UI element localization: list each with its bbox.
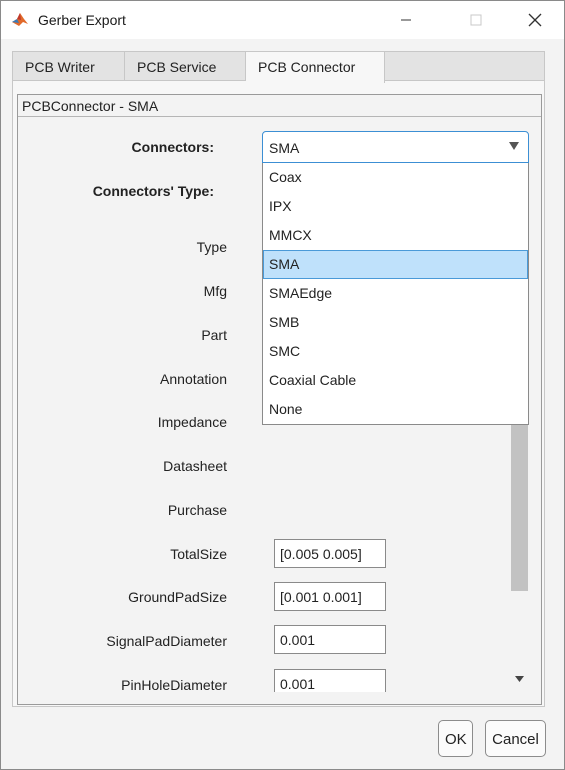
minimize-button[interactable] [383, 1, 429, 39]
vertical-scrollbar[interactable] [511, 421, 528, 691]
window-title: Gerber Export [38, 12, 126, 28]
signalpaddiameter-field[interactable] [274, 625, 386, 654]
annotation-label: Annotation [160, 371, 227, 387]
mfg-label: Mfg [203, 283, 227, 299]
dropdown-option-coax[interactable]: Coax [263, 163, 528, 192]
close-icon [528, 13, 542, 27]
purchase-label: Purchase [167, 502, 227, 518]
tab-label: PCB Connector [258, 59, 356, 75]
dropdown-option-coaxial-cable[interactable]: Coaxial Cable [263, 366, 528, 395]
signalpaddiameter-label: SignalPadDiameter [106, 633, 227, 649]
dropdown-selected-value: SMA [269, 140, 300, 156]
ok-button[interactable]: OK [438, 720, 473, 757]
tab-pcb-writer[interactable]: PCB Writer [13, 52, 125, 81]
tab-label: PCB Service [137, 59, 217, 75]
group-title: PCBConnector - SMA [18, 95, 541, 117]
tab-pcb-service[interactable]: PCB Service [125, 52, 246, 81]
groundpadsize-field[interactable] [274, 582, 386, 611]
dropdown-option-none[interactable]: None [263, 395, 528, 424]
cancel-button[interactable]: Cancel [485, 720, 546, 757]
impedance-label: Impedance [157, 414, 227, 430]
scrollbar-thumb[interactable] [511, 421, 528, 591]
pinhole-field-clip [274, 669, 386, 692]
dropdown-option-smc[interactable]: SMC [263, 337, 528, 366]
pinholediameter-label: PinHoleDiameter [121, 677, 227, 693]
matlab-logo-icon [12, 13, 28, 26]
groundpadsize-label: GroundPadSize [128, 589, 227, 605]
connectors-type-label: Connectors' Type: [92, 183, 214, 199]
dropdown-option-smb[interactable]: SMB [263, 308, 528, 337]
chevron-down-icon [509, 142, 519, 150]
dropdown-option-ipx[interactable]: IPX [263, 192, 528, 221]
dropdown-option-mmcx[interactable]: MMCX [263, 221, 528, 250]
gerber-export-window: Gerber Export PCB Writer PCB Service PCB… [0, 0, 565, 770]
tab-bar: PCB Writer PCB Service PCB Connector [12, 51, 545, 83]
type-label: Type [196, 239, 227, 255]
close-button[interactable] [512, 1, 558, 39]
scroll-down-arrow-icon[interactable] [514, 675, 525, 683]
title-bar: Gerber Export [1, 1, 564, 39]
connectors-label: Connectors: [131, 139, 214, 155]
dropdown-option-smaedge[interactable]: SMAEdge [263, 279, 528, 308]
maximize-button[interactable] [453, 1, 499, 39]
tab-pcb-connector[interactable]: PCB Connector [246, 52, 385, 83]
totalsize-label: TotalSize [170, 546, 227, 562]
tab-label: PCB Writer [25, 59, 95, 75]
pinholediameter-field[interactable] [274, 669, 386, 692]
minimize-icon [401, 19, 411, 21]
totalsize-field[interactable] [274, 539, 386, 568]
part-label: Part [201, 327, 227, 343]
maximize-icon [470, 14, 482, 26]
connectors-dropdown[interactable]: SMA [262, 131, 529, 163]
dropdown-option-sma[interactable]: SMA [263, 250, 528, 279]
datasheet-label: Datasheet [163, 458, 227, 474]
connectors-dropdown-list: Coax IPX MMCX SMA SMAEdge SMB SMC Coaxia… [262, 163, 529, 425]
